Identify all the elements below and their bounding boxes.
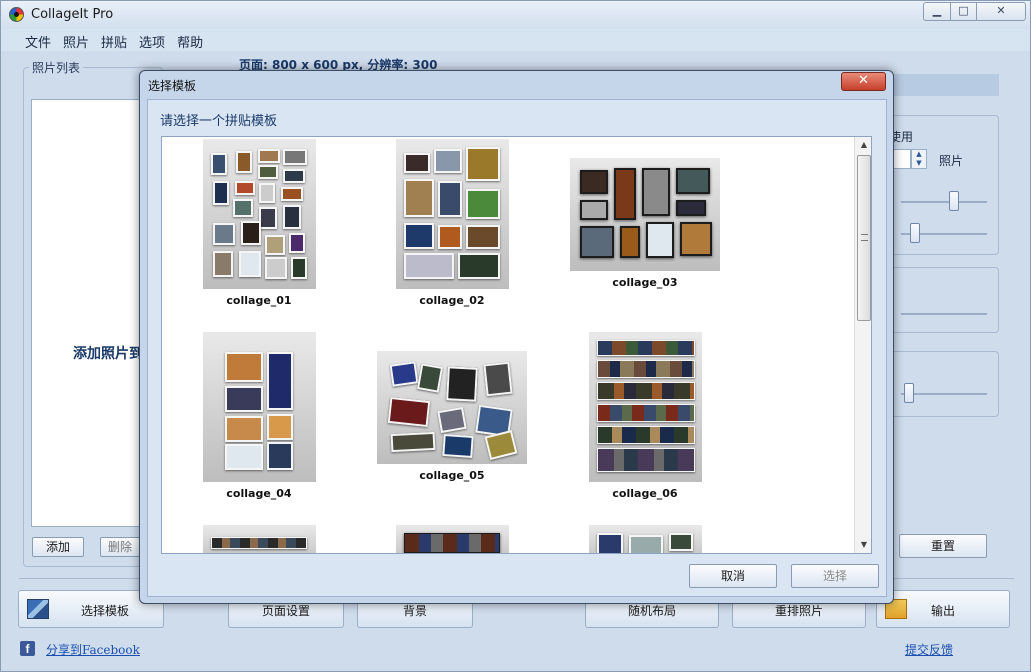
preview-header-strip [881,74,999,96]
select-template-label: 选择模板 [80,604,129,618]
select-template-dialog: 选择模板 ✕ 请选择一个拼贴模板 collage_01 collage_02 c… [139,70,894,604]
feedback-link[interactable]: 提交反馈 [905,641,953,658]
scroll-up-arrow-icon[interactable]: ▲ [855,137,871,153]
template-thumbnail [395,139,509,289]
dialog-prompt: 请选择一个拼贴模板 [160,114,278,129]
template-row3-2[interactable] [362,525,542,553]
template-row3-1[interactable] [169,525,349,553]
gallery-scrollbar[interactable]: ▲ ▼ [854,137,871,553]
delete-photo-button[interactable]: 删除 [100,537,140,557]
template-collage-01[interactable]: collage_01 [169,139,349,307]
photo-unit-label: 照片 [939,154,964,168]
facebook-icon[interactable]: f [20,641,35,656]
slider-thumb-2[interactable] [910,223,920,243]
cancel-button[interactable]: 取消 [689,564,777,588]
slider-thumb-4[interactable] [904,383,914,403]
photo-list-title: 照片列表 [29,59,84,76]
template-thumbnail [395,525,509,553]
template-gallery: collage_01 collage_02 collage_03 collage… [161,136,872,554]
slider-thumb-1[interactable] [949,191,959,211]
dialog-title: 选择模板 [148,79,197,93]
template-thumbnail [588,525,702,553]
template-thumbnail [202,139,316,289]
output-button[interactable]: 输出 [876,590,1010,628]
maximize-button[interactable]: □ [950,2,977,21]
title-bar: CollageIt Pro ▁ □ ✕ [1,1,1030,29]
app-logo-icon [9,7,24,22]
reorder-photos-label: 重排照片 [774,604,823,618]
template-collage-02[interactable]: collage_02 [362,139,542,307]
menu-photo[interactable]: 照片 [57,29,95,51]
menu-help[interactable]: 帮助 [171,29,209,51]
template-row3-3[interactable] [555,525,735,553]
template-name: collage_02 [419,294,485,307]
template-name: collage_01 [226,294,292,307]
photo-count-spinner[interactable]: ▲ ▼ [911,149,927,169]
minimize-button[interactable]: ▁ [923,2,951,21]
template-name: collage_06 [612,487,678,500]
close-window-button[interactable]: ✕ [976,2,1026,21]
template-name: collage_05 [419,469,485,482]
menu-bar: 文件 照片 拼贴 选项 帮助 [1,29,1030,51]
main-window: CollageIt Pro ▁ □ ✕ 文件 照片 拼贴 选项 帮助 照片列表 … [0,0,1031,672]
dialog-body: 请选择一个拼贴模板 collage_01 collage_02 collage_… [147,99,887,597]
template-name: collage_04 [226,487,292,500]
menu-file[interactable]: 文件 [19,29,57,51]
window-title: CollageIt Pro [31,7,114,22]
template-collage-04[interactable]: collage_04 [169,332,349,500]
page-settings-label: 页面设置 [261,604,310,618]
template-name: collage_03 [612,276,678,289]
add-photo-button[interactable]: 添加 [32,537,84,557]
share-facebook-link[interactable]: 分享到Facebook [46,641,140,658]
slider-track-3 [901,313,987,315]
template-thumbnail [570,158,720,271]
photo-count-input[interactable] [891,149,911,169]
scroll-down-arrow-icon[interactable]: ▼ [855,537,871,553]
template-collage-03[interactable]: collage_03 [555,158,735,289]
template-collage-05[interactable]: collage_05 [362,351,542,482]
menu-collage[interactable]: 拼贴 [95,29,133,51]
template-thumbnail [202,332,316,482]
output-label: 输出 [930,604,955,618]
template-collage-06[interactable]: collage_06 [555,332,735,500]
menu-options[interactable]: 选项 [133,29,171,51]
template-thumbnail [588,332,702,482]
scrollbar-thumb[interactable] [857,155,871,321]
background-label: 背景 [402,604,427,618]
template-thumbnail [202,525,316,553]
slider-track-1 [901,201,987,203]
dialog-close-button[interactable]: ✕ [841,72,886,91]
reset-button[interactable]: 重置 [899,534,987,558]
select-button[interactable]: 选择 [791,564,879,588]
photo-list-box[interactable] [31,99,155,527]
random-layout-label: 随机布局 [627,604,676,618]
add-photo-hint: 添加照片到 [73,346,143,362]
template-thumbnail [377,351,527,464]
